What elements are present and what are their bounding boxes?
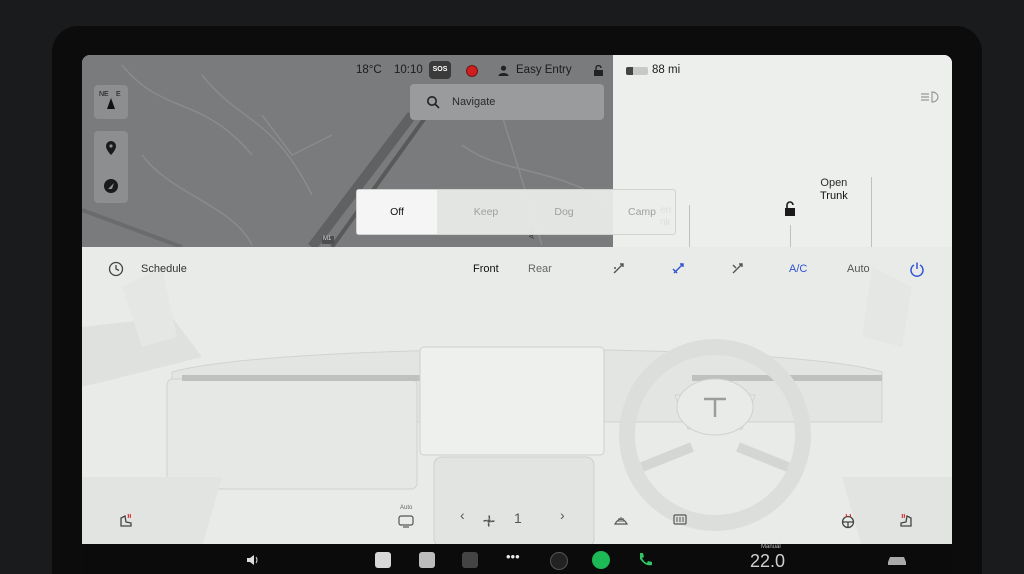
divider xyxy=(790,225,791,247)
search-icon xyxy=(427,96,440,109)
open-trunk-button[interactable]: Open Trunk xyxy=(820,177,848,203)
climate-panel xyxy=(82,247,952,547)
divider xyxy=(689,205,690,247)
map-controls: NE E xyxy=(94,85,128,205)
sos-button[interactable]: SOS xyxy=(429,61,451,79)
mode-dog[interactable]: Dog xyxy=(529,190,599,234)
airflow-face-icon[interactable] xyxy=(611,260,627,276)
driver-seat-heater-icon[interactable] xyxy=(118,512,134,528)
compass-button[interactable]: NE E xyxy=(94,85,128,119)
keep-mode-selector: Off Keep Dog Camp xyxy=(356,189,676,235)
mode-off[interactable]: Off xyxy=(357,190,437,234)
status-bar: 18°C 10:10 SOS Easy Entry 88 mi xyxy=(82,55,952,85)
schedule-button[interactable]: Schedule xyxy=(141,263,187,275)
fan-increase-button[interactable]: › xyxy=(560,507,565,523)
dashcam-record-icon[interactable] xyxy=(466,65,478,77)
calendar-app-icon[interactable] xyxy=(419,552,435,568)
tab-rear[interactable]: Rear xyxy=(528,263,552,275)
battery-fill xyxy=(626,67,633,75)
map-options-panel xyxy=(94,131,128,203)
ac-button[interactable]: A/C xyxy=(789,263,807,275)
cabin-temperature[interactable]: 22.0 xyxy=(750,551,785,572)
camera-app-icon[interactable] xyxy=(462,552,478,568)
touchscreen: M1 A6 NE E Navigate 18°C 10:10 SOS Easy … xyxy=(82,55,952,574)
road-label-m1: M1 xyxy=(323,236,332,242)
unlock-icon[interactable] xyxy=(782,201,798,217)
airflow-feet-icon[interactable] xyxy=(671,260,687,276)
phone-app-icon[interactable] xyxy=(636,551,654,569)
toybox-app-icon[interactable] xyxy=(550,552,568,570)
car-icon[interactable] xyxy=(886,553,908,567)
mode-keep[interactable]: Keep xyxy=(451,190,521,234)
user-profile-icon[interactable] xyxy=(498,65,509,76)
front-defrost-icon[interactable] xyxy=(613,513,629,527)
location-pin-icon[interactable] xyxy=(94,131,128,165)
tab-front[interactable]: Front xyxy=(473,263,499,275)
manual-app-icon[interactable] xyxy=(375,552,391,568)
recirculate-icon[interactable] xyxy=(398,514,414,528)
cabin-illustration xyxy=(82,267,952,547)
fan-speed-value: 1 xyxy=(514,510,522,526)
divider xyxy=(871,177,872,247)
volume-icon[interactable] xyxy=(246,554,260,566)
passenger-seat-heater-icon[interactable] xyxy=(898,512,914,528)
open-trunk-line2: Trunk xyxy=(820,190,848,202)
cabin-temp-mode: Manual xyxy=(761,544,781,550)
airflow-defrost-icon[interactable] xyxy=(730,260,746,276)
lock-icon[interactable] xyxy=(593,65,604,76)
fan-auto-label: Auto xyxy=(400,505,413,511)
taskbar: ••• Manual 22.0 xyxy=(82,544,952,574)
fan-icon xyxy=(483,515,495,527)
power-icon[interactable] xyxy=(909,261,925,277)
compass-arrow-icon xyxy=(107,98,115,109)
range-readout: 88 mi xyxy=(652,64,681,76)
battery-indicator xyxy=(626,67,648,75)
mode-camp[interactable]: Camp xyxy=(607,190,677,234)
fan-decrease-button[interactable]: ‹ xyxy=(460,507,465,523)
spotify-app-icon[interactable] xyxy=(592,551,610,569)
steering-wheel-heater-icon[interactable] xyxy=(840,513,856,529)
open-trunk-line1: Open xyxy=(820,177,848,189)
clock-icon[interactable] xyxy=(108,261,124,277)
clock: 10:10 xyxy=(394,64,423,76)
auto-button[interactable]: Auto xyxy=(847,263,870,275)
navigate-search[interactable]: Navigate xyxy=(410,84,604,120)
more-apps-icon[interactable]: ••• xyxy=(506,549,520,564)
outside-temperature: 18°C xyxy=(356,64,382,76)
driver-profile-name[interactable]: Easy Entry xyxy=(516,64,572,76)
rear-defrost-icon[interactable] xyxy=(672,513,688,527)
navigate-placeholder: Navigate xyxy=(452,96,496,108)
headlight-icon[interactable] xyxy=(920,89,942,105)
navigation-icon[interactable] xyxy=(94,169,128,203)
